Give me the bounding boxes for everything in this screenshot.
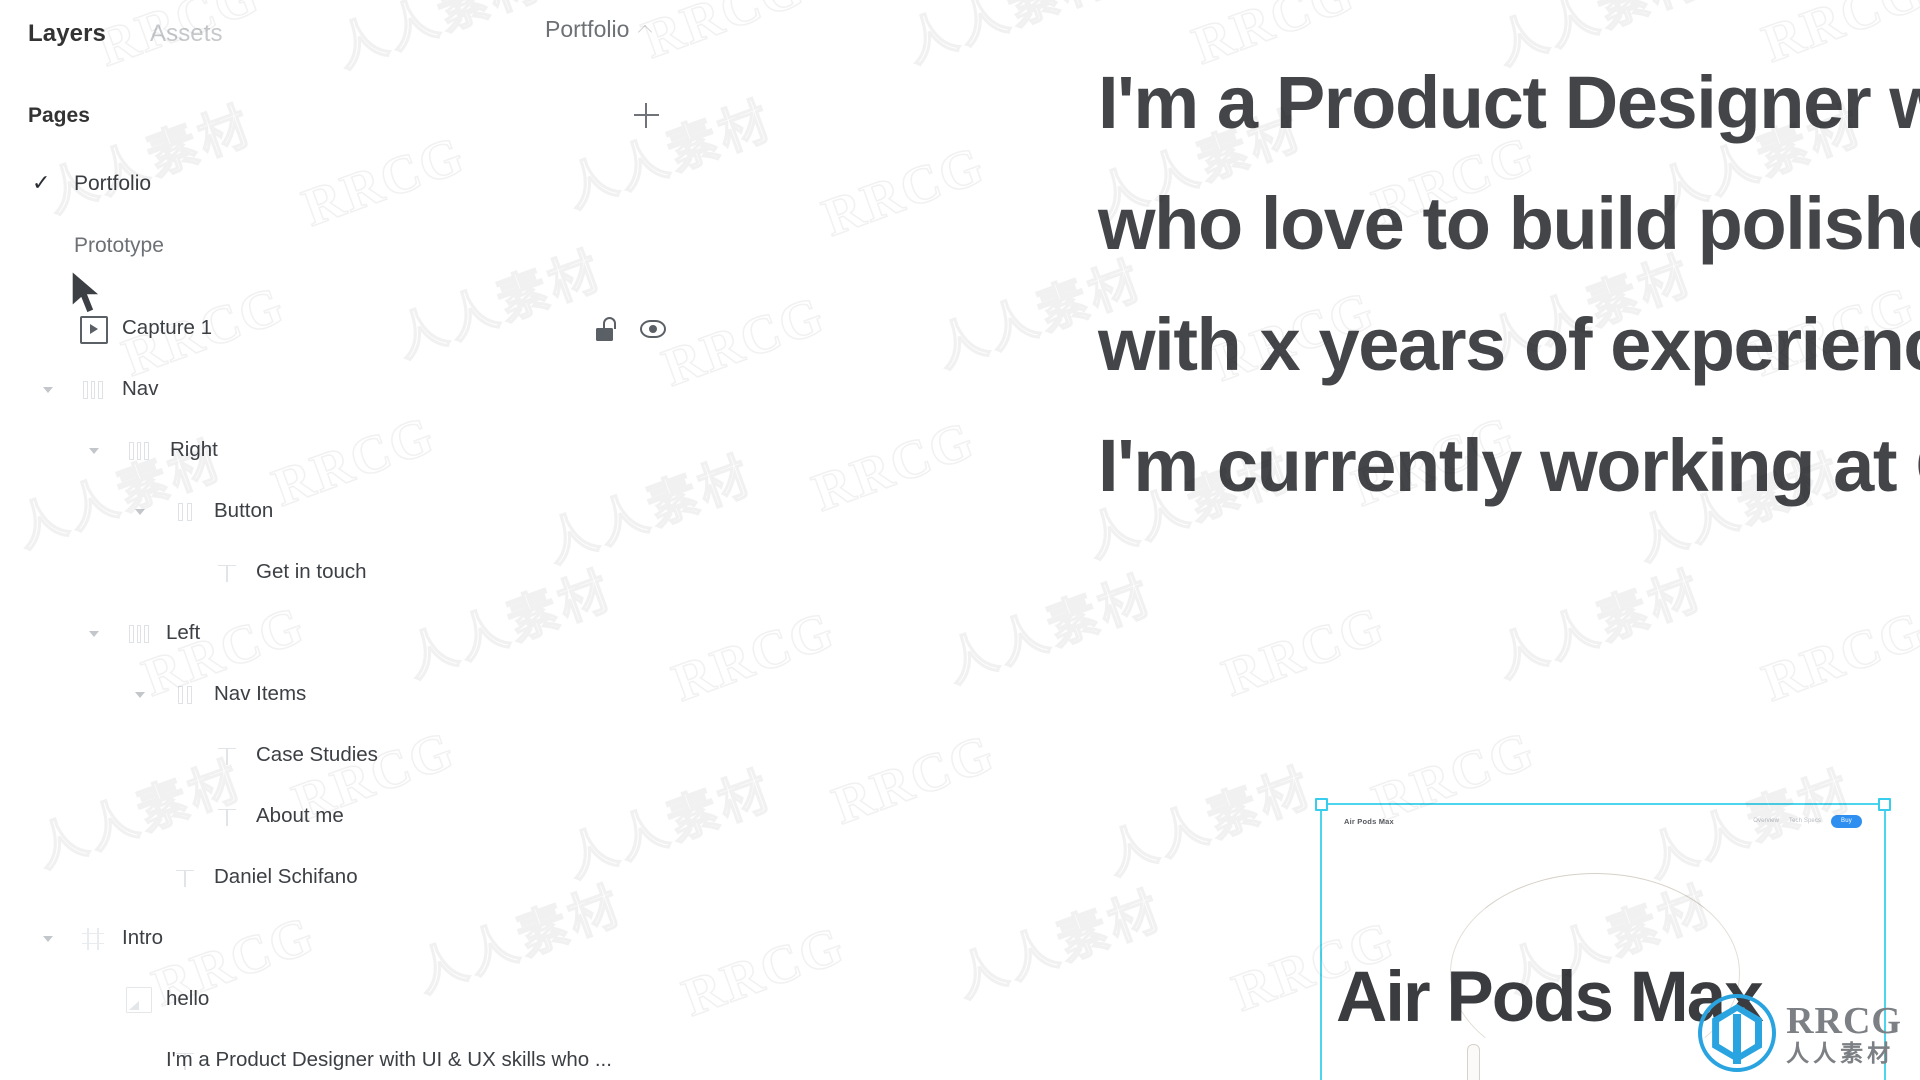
rrcg-logo-icon xyxy=(1698,994,1777,1072)
layer-row[interactable]: Left xyxy=(0,603,1060,664)
hero-text-block: I'm a Product Designer with UI & UX skil… xyxy=(1098,42,1920,526)
page-item-portfolio[interactable]: ✓ Portfolio xyxy=(0,152,1060,214)
page-item-label: Portfolio xyxy=(74,171,152,195)
layer-label: hello xyxy=(166,987,210,1011)
file-name-dropdown[interactable]: Portfolio xyxy=(545,18,653,41)
chevron-up-icon xyxy=(640,25,653,33)
rrcg-wordmark: RRCG xyxy=(1786,999,1902,1042)
layer-row[interactable]: Button xyxy=(0,481,1060,542)
file-name-label: Portfolio xyxy=(545,16,630,42)
check-icon: ✓ xyxy=(32,170,51,195)
text-icon xyxy=(214,804,240,830)
layer-row[interactable]: Intro xyxy=(0,908,1060,969)
design-canvas[interactable]: I'm a Product Designer with UI & UX skil… xyxy=(1060,0,1920,1080)
disclosure-triangle-icon[interactable] xyxy=(132,686,150,704)
resize-handle-top-left[interactable] xyxy=(1315,798,1328,811)
auto-layout-icon xyxy=(80,377,106,403)
page-item-prototype[interactable]: Prototype xyxy=(0,214,1060,276)
layer-label: I'm a Product Designer with UI & UX skil… xyxy=(166,1048,612,1072)
disclosure-triangle-icon[interactable] xyxy=(132,503,150,521)
layer-row[interactable]: Nav xyxy=(0,359,1060,420)
layer-label: Button xyxy=(214,499,274,523)
tab-layers[interactable]: Layers xyxy=(28,22,106,46)
auto-layout-2-icon xyxy=(172,682,198,708)
text-icon xyxy=(214,743,240,769)
layer-label: Daniel Schifano xyxy=(214,865,358,889)
layer-row[interactable]: Case Studies xyxy=(0,725,1060,786)
layer-row[interactable]: Right xyxy=(0,420,1060,481)
panel-tab-header: Layers Assets Portfolio xyxy=(0,0,1060,68)
disclosure-triangle-icon[interactable] xyxy=(40,930,58,948)
auto-layout-2-icon xyxy=(172,499,198,525)
artboard-navbar: Air Pods Max Overview Tech Specs Buy xyxy=(1322,805,1884,837)
figma-app-window: Layers Assets Portfolio Pages ✓ Portfoli… xyxy=(0,0,1920,1080)
layer-label: Capture 1 xyxy=(122,316,213,340)
plus-icon[interactable] xyxy=(628,97,664,133)
auto-layout-icon xyxy=(126,621,152,647)
rrcg-badge-text: RRCG 人人素材 xyxy=(1786,1002,1902,1065)
hero-line-2: who love to build polished products xyxy=(1098,182,1920,265)
layer-row[interactable]: I'm a Product Designer with UI & UX skil… xyxy=(0,1030,1060,1080)
layer-label: Intro xyxy=(122,926,164,950)
eye-icon[interactable] xyxy=(640,319,666,338)
layer-label: Nav xyxy=(122,377,159,401)
frame-icon xyxy=(80,926,106,952)
layer-row-controls xyxy=(596,316,666,341)
layer-row[interactable]: Capture 1 xyxy=(0,298,1060,359)
hero-line-3: with x years of experience in the field. xyxy=(1098,303,1920,386)
layer-label: Left xyxy=(166,621,201,645)
resize-handle-top-right[interactable] xyxy=(1878,798,1891,811)
rrcg-brand-badge: RRCG 人人素材 xyxy=(1698,994,1902,1072)
layer-label: Nav Items xyxy=(214,682,307,706)
artboard-nav-link-tech-specs[interactable]: Tech Specs xyxy=(1789,818,1821,824)
disclosure-triangle-icon[interactable] xyxy=(40,381,58,399)
text-icon xyxy=(214,560,240,586)
auto-layout-icon xyxy=(126,438,152,464)
rrcg-chinese-label: 人人素材 xyxy=(1786,1039,1895,1066)
hero-line-1: I'm a Product Designer with UI & UX skil… xyxy=(1098,61,1920,144)
layer-row[interactable]: About me xyxy=(0,786,1060,847)
prototype-flow-icon xyxy=(80,315,108,344)
layer-label: Right xyxy=(170,438,218,462)
layer-label: About me xyxy=(256,804,344,828)
layer-tree: Capture 1 Nav Right Button Get in touch Left N… xyxy=(0,298,1060,1080)
page-item-label: Prototype xyxy=(74,233,164,257)
text-icon xyxy=(172,865,198,891)
pages-section-header: Pages xyxy=(28,100,1028,130)
unlock-icon[interactable] xyxy=(596,316,618,341)
buy-button[interactable]: Buy xyxy=(1831,814,1862,828)
artboard-nav-link-overview[interactable]: Overview xyxy=(1753,818,1779,824)
layer-label: Get in touch xyxy=(256,560,367,584)
headphone-stem-graphic xyxy=(1467,1044,1480,1080)
disclosure-triangle-icon[interactable] xyxy=(86,625,104,643)
panel-tabs: Layers Assets xyxy=(0,22,223,46)
pages-list: ✓ Portfolio Prototype xyxy=(0,152,1060,276)
layer-row[interactable]: Nav Items xyxy=(0,664,1060,725)
layers-panel: Layers Assets Portfolio Pages ✓ Portfoli… xyxy=(0,0,1060,1080)
image-icon xyxy=(126,986,152,1013)
layer-row[interactable]: Get in touch xyxy=(0,542,1060,603)
layer-row[interactable]: hello xyxy=(0,969,1060,1030)
layer-label: Case Studies xyxy=(256,743,378,767)
tab-assets[interactable]: Assets xyxy=(150,22,223,46)
artboard-brand-label: Air Pods Max xyxy=(1344,816,1394,826)
layer-row[interactable]: Daniel Schifano xyxy=(0,847,1060,908)
disclosure-triangle-icon[interactable] xyxy=(86,442,104,460)
hero-line-4: I'm currently working at Company X. xyxy=(1098,424,1920,507)
artboard-nav-right: Overview Tech Specs Buy xyxy=(1753,814,1862,828)
pages-title: Pages xyxy=(28,103,90,127)
